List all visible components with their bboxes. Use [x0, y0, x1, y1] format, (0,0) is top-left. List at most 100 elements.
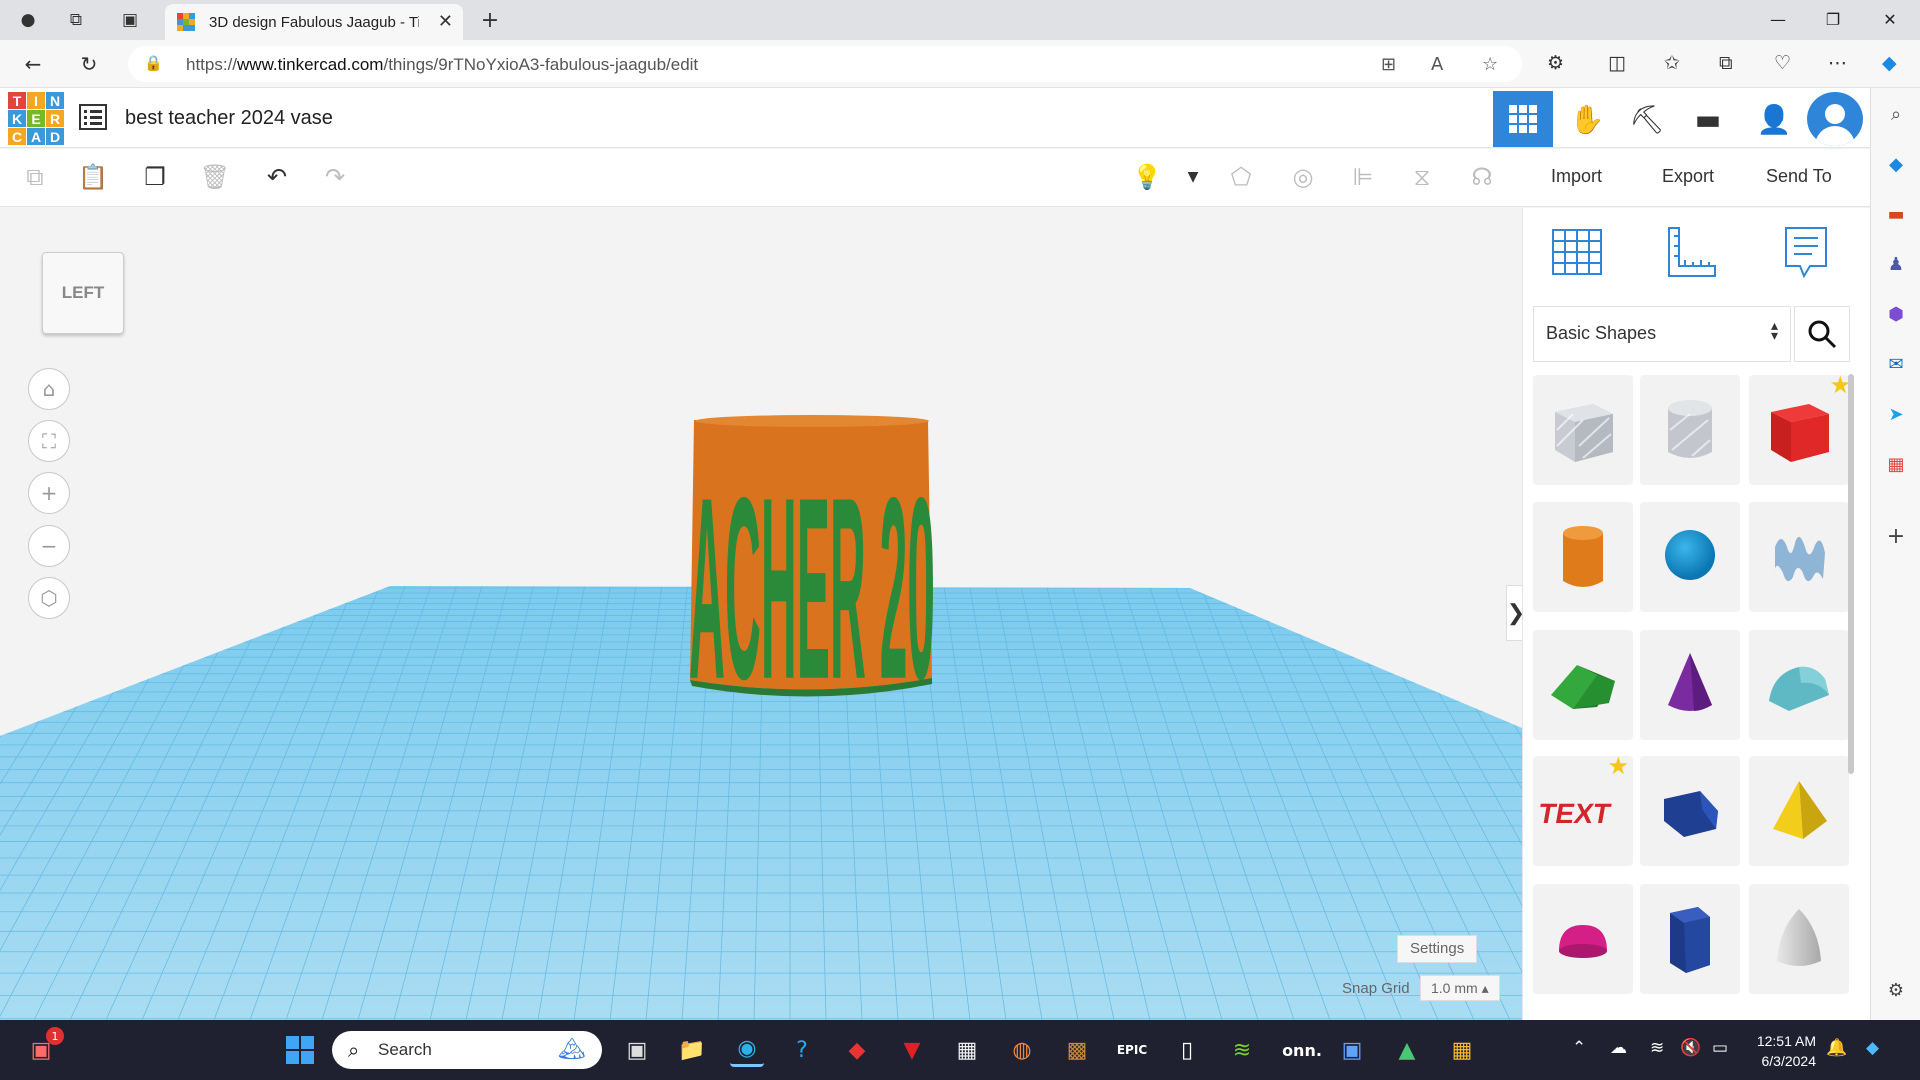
shape-box[interactable]: ★ [1749, 371, 1851, 485]
document-icon[interactable]: ▯ [1170, 1033, 1204, 1067]
sidebar-search-icon[interactable]: ⌕ [1884, 104, 1908, 128]
browser-tab[interactable]: 3D design Fabulous Jaagub - Tinkercad ✕ [165, 4, 463, 40]
sidebar-games-icon[interactable]: ♟ [1884, 254, 1908, 278]
wifi-icon[interactable]: ≋ [1650, 1038, 1664, 1058]
shape-box-hole[interactable] [1533, 375, 1633, 485]
panel-scrollbar[interactable] [1848, 374, 1854, 774]
onn-app-icon[interactable]: onn. [1280, 1033, 1324, 1067]
taskbar-clock[interactable]: 12:51 AM 6/3/2024 [1752, 1031, 1816, 1071]
ungroup-icon[interactable]: ◎ [1286, 160, 1320, 194]
task-view-icon[interactable]: ▣ [620, 1033, 654, 1067]
copilot-taskbar-icon[interactable]: ◆ [1866, 1038, 1879, 1058]
tray-chevron-icon[interactable]: ⌃ [1572, 1038, 1586, 1058]
shape-search-button[interactable] [1794, 306, 1850, 362]
address-bar[interactable]: 🔒 https://www.tinkercad.com/things/9rTNo… [128, 46, 1522, 82]
shape-cone[interactable] [1640, 630, 1740, 740]
battery-icon[interactable]: ▭ [1712, 1038, 1728, 1058]
minimize-icon[interactable]: — [1758, 6, 1798, 34]
paste-icon[interactable]: 📋 [76, 160, 110, 194]
home-view-icon[interactable]: ⌂ [28, 368, 70, 410]
split-screen-icon[interactable]: ◫ [1608, 52, 1626, 74]
dropdown-caret-icon[interactable]: ▼ [1176, 160, 1210, 194]
taskbar-search[interactable]: ⌕ Search 🏔 [332, 1031, 602, 1069]
shape-round-roof[interactable] [1749, 630, 1849, 740]
sidebar-tag-icon[interactable]: ◆ [1884, 154, 1908, 178]
window-app-icon[interactable]: ▣ [1335, 1033, 1369, 1067]
duplicate-icon[interactable]: ❐ [138, 160, 172, 194]
vase-object[interactable]: ACHER 20 [689, 415, 935, 733]
favorites-icon[interactable]: ✩ [1664, 52, 1680, 74]
align-icon[interactable]: ⊫ [1346, 160, 1380, 194]
settings-button[interactable]: Settings [1397, 935, 1478, 963]
volume-muted-icon[interactable]: 🔇 [1680, 1038, 1701, 1058]
design-title[interactable]: best teacher 2024 vase [125, 107, 333, 130]
undo-icon[interactable]: ↶ [260, 160, 294, 194]
sidebar-add-icon[interactable]: + [1884, 524, 1908, 549]
fit-view-icon[interactable]: ⛶ [28, 420, 70, 462]
new-tab-icon[interactable]: + [478, 8, 502, 33]
favorite-star-icon[interactable]: ☆ [1482, 54, 1498, 75]
paint-app-icon[interactable]: ▦ [1445, 1033, 1479, 1067]
shape-pyramid[interactable] [1749, 756, 1849, 866]
view-cube[interactable]: LEFT [42, 252, 124, 334]
restore-icon[interactable]: ❐ [1813, 6, 1853, 34]
3d-viewport[interactable]: ACHER 20 [0, 208, 1522, 1020]
zoom-in-icon[interactable]: + [28, 472, 70, 514]
window-close-icon[interactable]: ✕ [1870, 6, 1910, 34]
cruise-icon[interactable]: ☊ [1465, 160, 1499, 194]
extensions-icon[interactable]: ⚙ [1547, 52, 1564, 74]
workplane[interactable]: ACHER 20 [0, 208, 1522, 1020]
notifications-bell-icon[interactable]: 🔔 [1826, 1038, 1847, 1058]
onedrive-icon[interactable]: ☁ [1610, 1038, 1627, 1058]
mirror-icon[interactable]: ⧖ [1405, 160, 1439, 194]
store-icon[interactable]: ▦ [950, 1033, 984, 1067]
shape-polygon[interactable] [1640, 884, 1740, 994]
back-icon[interactable]: ← [20, 52, 46, 78]
layers-app-icon[interactable]: ≋ [1225, 1033, 1259, 1067]
profile-icon[interactable]: ● [16, 8, 40, 32]
start-icon[interactable] [283, 1033, 317, 1067]
epic-games-icon[interactable]: EPIC [1115, 1033, 1149, 1067]
diamond-app-icon[interactable]: ◆ [840, 1033, 874, 1067]
zoom-out-icon[interactable]: − [28, 525, 70, 567]
design-list-icon[interactable] [79, 104, 107, 137]
sidebar-outlook-icon[interactable]: ✉ [1884, 354, 1908, 378]
mcafee-icon[interactable]: ▼ [895, 1033, 929, 1067]
delete-icon[interactable]: 🗑 [198, 160, 232, 194]
lego-brick-icon[interactable]: ▬ [1678, 91, 1738, 147]
export-button[interactable]: Export [1644, 158, 1733, 194]
shape-wedge[interactable] [1640, 756, 1740, 866]
sidebar-send-icon[interactable]: ➤ [1884, 404, 1908, 428]
sidebar-briefcase-icon[interactable]: ▬ [1884, 204, 1908, 228]
sidebar-office-icon[interactable]: ⬢ [1884, 304, 1908, 328]
shape-scribble[interactable] [1749, 502, 1849, 612]
workspaces-icon[interactable]: ⧉ [64, 8, 88, 32]
minecraft-pickaxe-icon[interactable]: ⛏ [1617, 91, 1677, 147]
shape-sphere[interactable] [1640, 502, 1740, 612]
url-text[interactable]: https://www.tinkercad.com/things/9rTNoYx… [186, 55, 698, 75]
add-user-icon[interactable]: 👤 [1744, 91, 1804, 147]
app-available-icon[interactable]: ⊞ [1381, 54, 1396, 75]
notes-icon[interactable] [1778, 222, 1834, 282]
refresh-icon[interactable]: ↻ [76, 52, 102, 78]
sim-lab-icon[interactable]: ✋ [1557, 91, 1617, 147]
browser-essentials-icon[interactable]: ♡ [1774, 52, 1791, 74]
copy-icon[interactable]: ⧉ [18, 160, 52, 194]
more-menu-icon[interactable]: ⋯ [1828, 52, 1847, 74]
shape-cylinder[interactable] [1533, 502, 1633, 612]
group-icon[interactable]: ⬠ [1224, 160, 1258, 194]
3d-design-mode-button[interactable] [1493, 91, 1553, 147]
tinkercad-logo[interactable]: T I N K E R C A D [8, 92, 64, 145]
lock-icon[interactable]: 🔒 [144, 54, 163, 72]
shape-category-select[interactable]: Basic Shapes ▴ ▾ [1533, 306, 1791, 362]
import-button[interactable]: Import [1533, 158, 1621, 194]
edge-browser-icon[interactable]: ◉ [730, 1033, 764, 1067]
shape-roof[interactable] [1533, 630, 1633, 740]
ruler-icon[interactable] [1663, 222, 1719, 282]
shape-text[interactable]: TEXT ★ [1533, 752, 1633, 866]
game-app-icon[interactable]: ▩ [1060, 1033, 1094, 1067]
tab-close-icon[interactable]: ✕ [438, 11, 453, 32]
file-explorer-icon[interactable]: 📁 [675, 1033, 709, 1067]
collections-icon[interactable]: ⧉ [1719, 52, 1733, 74]
copilot-icon[interactable]: ◆ [1882, 52, 1897, 74]
